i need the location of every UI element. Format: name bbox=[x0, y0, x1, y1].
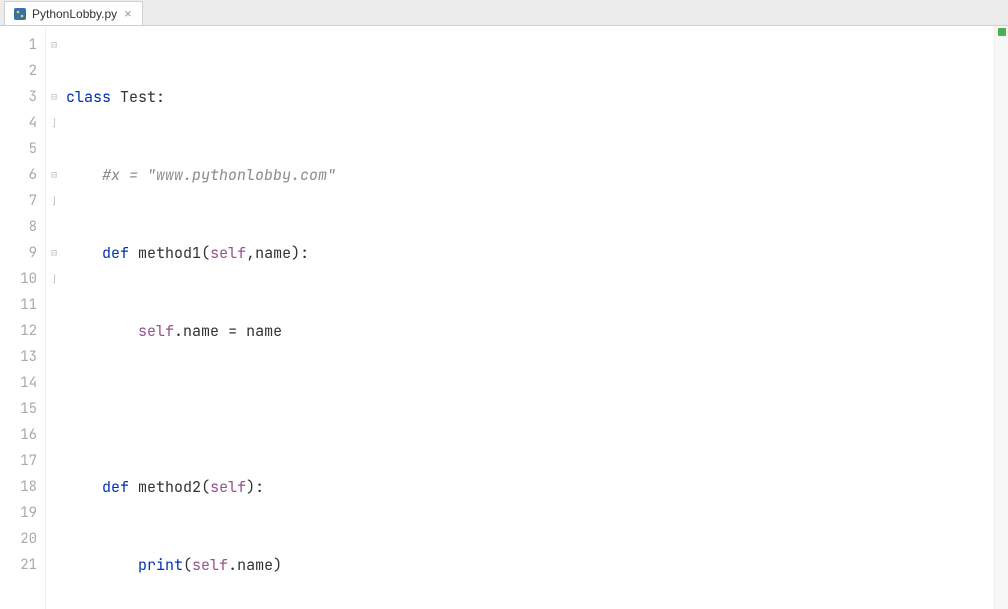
line-number: 17 bbox=[0, 448, 37, 474]
fold-marker[interactable] bbox=[46, 136, 62, 162]
line-number: 19 bbox=[0, 500, 37, 526]
line-number: 11 bbox=[0, 292, 37, 318]
fold-marker[interactable] bbox=[46, 214, 62, 240]
python-file-icon bbox=[13, 7, 27, 21]
fold-marker[interactable] bbox=[46, 396, 62, 422]
fold-marker[interactable] bbox=[46, 58, 62, 84]
line-number: 18 bbox=[0, 474, 37, 500]
code-line: #x = "www.pythonlobby.com" bbox=[62, 162, 1008, 188]
line-number: 21 bbox=[0, 552, 37, 578]
line-number: 14 bbox=[0, 370, 37, 396]
code-line bbox=[62, 396, 1008, 422]
editor[interactable]: 123456789101112131415161718192021 ⊟⊟⌋⊟⌋⊟… bbox=[0, 26, 1008, 609]
fold-marker[interactable]: ⊟ bbox=[46, 32, 62, 58]
line-number: 12 bbox=[0, 318, 37, 344]
line-number: 1 bbox=[0, 32, 37, 58]
line-number: 7 bbox=[0, 188, 37, 214]
fold-gutter: ⊟⊟⌋⊟⌋⊟⌋ bbox=[46, 26, 62, 609]
code-area[interactable]: class Test: #x = "www.pythonlobby.com" d… bbox=[62, 26, 1008, 609]
close-icon[interactable]: × bbox=[122, 6, 134, 21]
line-number: 3 bbox=[0, 84, 37, 110]
fold-marker[interactable]: ⊟ bbox=[46, 84, 62, 110]
code-line: def method2(self): bbox=[62, 474, 1008, 500]
code-line: print(self.name) bbox=[62, 552, 1008, 578]
fold-marker[interactable]: ⌋ bbox=[46, 266, 62, 292]
file-tab[interactable]: PythonLobby.py × bbox=[4, 1, 143, 25]
fold-marker[interactable] bbox=[46, 552, 62, 578]
fold-marker[interactable] bbox=[46, 318, 62, 344]
line-number: 8 bbox=[0, 214, 37, 240]
code-line: class Test: bbox=[62, 84, 1008, 110]
line-number-gutter: 123456789101112131415161718192021 bbox=[0, 26, 46, 609]
fold-marker[interactable] bbox=[46, 344, 62, 370]
fold-marker[interactable]: ⊟ bbox=[46, 240, 62, 266]
line-number: 15 bbox=[0, 396, 37, 422]
fold-marker[interactable] bbox=[46, 500, 62, 526]
tab-filename: PythonLobby.py bbox=[32, 7, 117, 21]
fold-marker[interactable] bbox=[46, 292, 62, 318]
line-number: 4 bbox=[0, 110, 37, 136]
fold-marker[interactable] bbox=[46, 448, 62, 474]
line-number: 16 bbox=[0, 422, 37, 448]
fold-marker[interactable]: ⌋ bbox=[46, 188, 62, 214]
marker-stripe bbox=[994, 26, 1008, 609]
line-number: 5 bbox=[0, 136, 37, 162]
inspection-ok-icon bbox=[998, 28, 1006, 36]
fold-marker[interactable] bbox=[46, 474, 62, 500]
fold-marker[interactable]: ⌋ bbox=[46, 110, 62, 136]
fold-marker[interactable]: ⊟ bbox=[46, 162, 62, 188]
line-number: 6 bbox=[0, 162, 37, 188]
fold-marker[interactable] bbox=[46, 526, 62, 552]
fold-marker[interactable] bbox=[46, 370, 62, 396]
code-line: self.name = name bbox=[62, 318, 1008, 344]
line-number: 2 bbox=[0, 58, 37, 84]
line-number: 20 bbox=[0, 526, 37, 552]
line-number: 9 bbox=[0, 240, 37, 266]
code-line: def method1(self,name): bbox=[62, 240, 1008, 266]
line-number: 10 bbox=[0, 266, 37, 292]
line-number: 13 bbox=[0, 344, 37, 370]
tab-bar: PythonLobby.py × bbox=[0, 0, 1008, 26]
fold-marker[interactable] bbox=[46, 422, 62, 448]
